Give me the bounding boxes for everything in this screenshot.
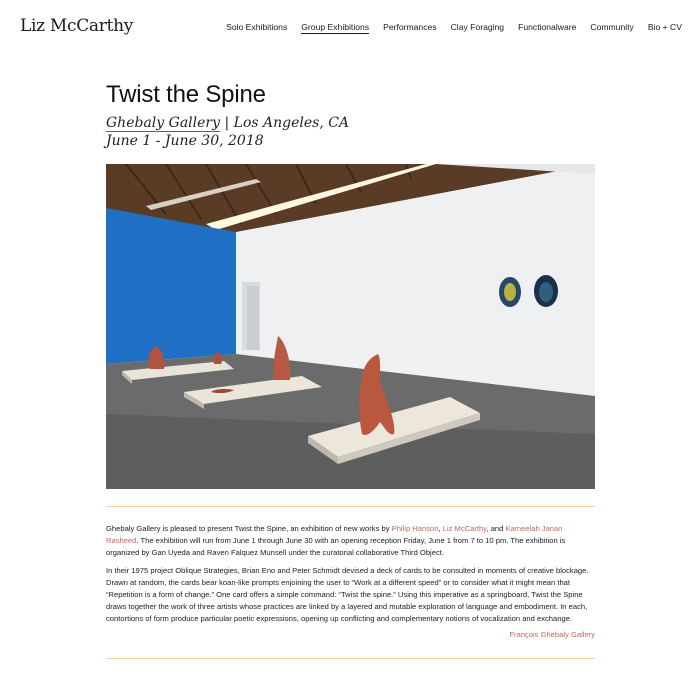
nav-solo-exhibitions[interactable]: Solo Exhibitions xyxy=(226,22,287,34)
venue-separator: | xyxy=(220,115,234,131)
nav-community[interactable]: Community xyxy=(590,22,633,34)
nav-clay-foraging[interactable]: Clay Foraging xyxy=(451,22,505,34)
installation-photo xyxy=(106,164,595,489)
nav-bio-cv[interactable]: Bio + CV xyxy=(648,22,682,34)
p1-outro-text: . The exhibition will run from June 1 th… xyxy=(106,536,566,557)
artist-link-liz-mccarthy[interactable]: Liz McCarthy xyxy=(443,524,487,533)
exhibition-dates: June 1 - June 30, 2018 xyxy=(106,133,264,149)
installation-photo-graphic xyxy=(106,164,595,489)
artist-link-philip-hanson[interactable]: Philip Hanson xyxy=(392,524,439,533)
nav-functionalware[interactable]: Functionalware xyxy=(518,22,576,34)
divider-bottom xyxy=(106,658,595,659)
nav-group-exhibitions[interactable]: Group Exhibitions xyxy=(301,22,370,34)
page-title: Twist the Spine xyxy=(106,81,266,108)
site-header: Liz McCarthy Solo Exhibitions Group Exhi… xyxy=(0,0,700,58)
nav-performances[interactable]: Performances xyxy=(383,22,437,34)
divider-top xyxy=(106,506,595,507)
description-paragraph-2: In their 1975 project Oblique Strategies… xyxy=(106,566,589,623)
exhibition-description: Ghebaly Gallery is pleased to present Tw… xyxy=(106,523,596,631)
venue-line: Ghebaly Gallery | Los Angeles, CA xyxy=(106,115,350,132)
description-paragraph-1: Ghebaly Gallery is pleased to present Tw… xyxy=(106,523,596,559)
venue-link[interactable]: Ghebaly Gallery xyxy=(106,115,221,132)
p1-intro-text: Ghebaly Gallery is pleased to present Tw… xyxy=(106,524,392,533)
gallery-source-link[interactable]: François Ghebaly Gallery xyxy=(509,630,595,639)
artist-separator-and: , and xyxy=(486,524,506,533)
site-title[interactable]: Liz McCarthy xyxy=(20,16,133,36)
main-nav: Solo Exhibitions Group Exhibitions Perfo… xyxy=(226,22,682,34)
venue-location: Los Angeles, CA xyxy=(233,115,350,131)
